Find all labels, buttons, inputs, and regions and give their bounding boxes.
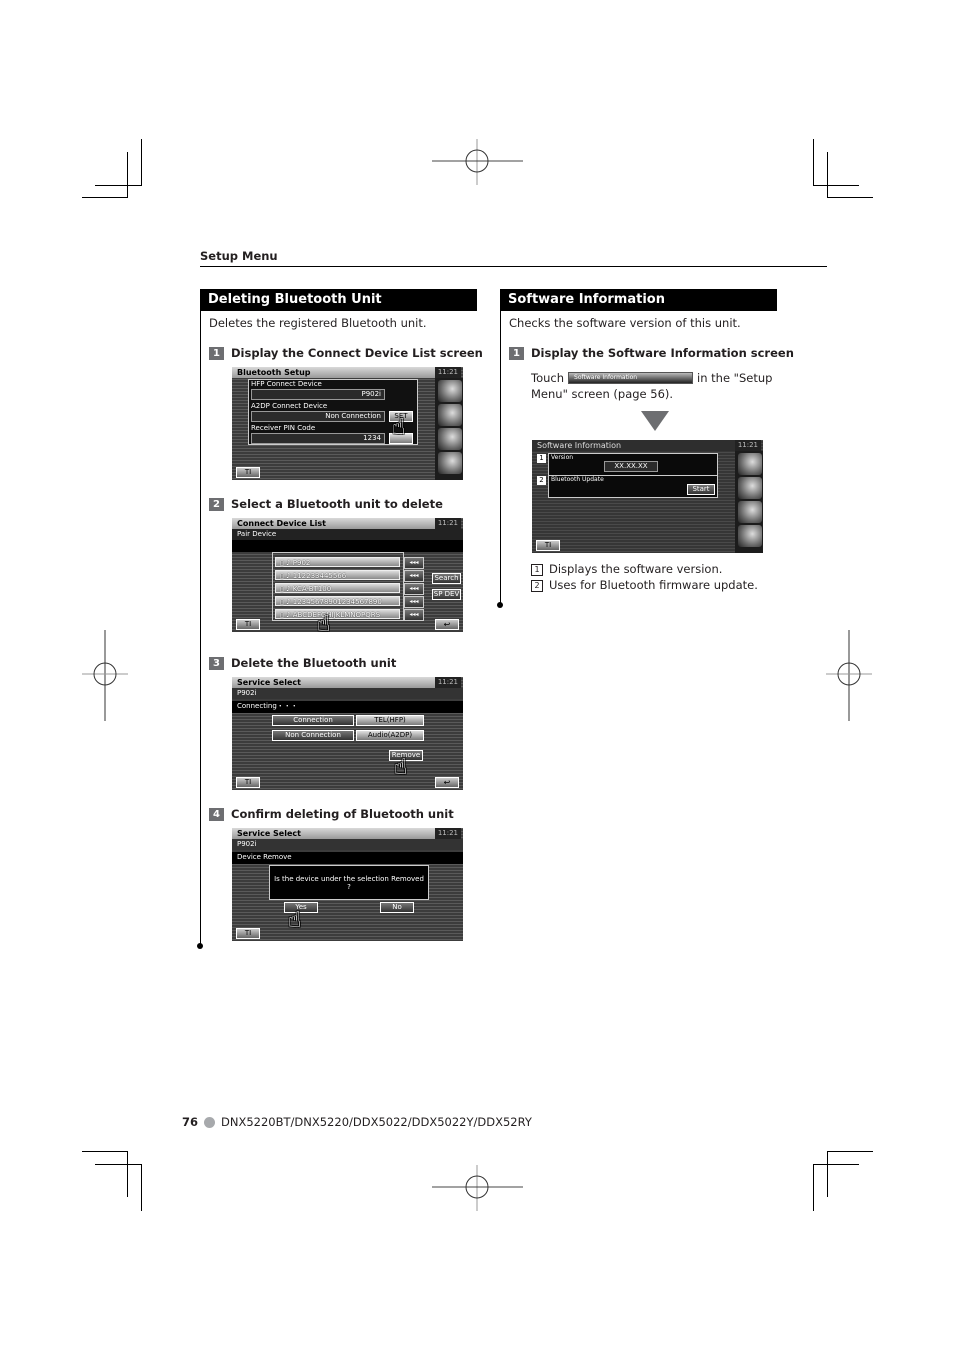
step-1: 1 Display the Connect Device List screen — [209, 346, 483, 360]
grid-icon[interactable] — [438, 380, 462, 402]
instruction-line-2: Menu" screen (page 56). — [531, 387, 674, 401]
footer: 76 DNX5220BT/DNX5220/DDX5022/DDX5022Y/DD… — [182, 1115, 532, 1129]
registration-mark-left — [82, 630, 128, 721]
right-description: Checks the software version of this unit… — [509, 316, 741, 330]
step-3: 3 Delete the Bluetooth unit — [209, 656, 396, 670]
delete-arrow-button[interactable]: ◂◂◂ — [404, 557, 424, 569]
callout-1: 1 — [537, 454, 546, 463]
pin-code-field: 1234 — [251, 433, 385, 444]
no-button[interactable]: No — [380, 902, 414, 913]
screen-bluetooth-setup: Bluetooth Setup 11:21 HFP Connect Device… — [232, 367, 463, 480]
step-2: 2 Select a Bluetooth unit to delete — [209, 497, 443, 511]
delete-arrow-button[interactable]: ◂◂◂ — [404, 570, 424, 582]
side-menu — [735, 451, 763, 553]
left-description: Deletes the registered Bluetooth unit. — [209, 316, 427, 330]
picture-icon[interactable] — [738, 477, 762, 499]
start-button[interactable]: Start — [687, 484, 715, 495]
a2dp-device-field: Non Connection — [251, 411, 385, 422]
screen-connect-device-list: Connect Device List 11:21 Pair Device ▯ … — [232, 518, 463, 632]
connection-state: Connection — [272, 715, 354, 726]
ti-button[interactable]: TI — [236, 777, 260, 788]
ti-button[interactable]: TI — [536, 540, 560, 551]
grid-icon[interactable] — [738, 453, 762, 475]
registration-mark-bottom — [432, 1165, 523, 1211]
pointing-hand-icon: ☝ — [288, 908, 302, 933]
model-list: DNX5220BT/DNX5220/DDX5022/DDX5022Y/DDX52… — [221, 1115, 532, 1129]
version-field: XX.XX.XX — [604, 461, 658, 472]
right-vertical-rule — [500, 311, 501, 605]
callout-2: 2 — [537, 476, 546, 485]
bullet-circle-icon — [204, 1116, 216, 1128]
pointing-hand-icon: ☝ — [394, 755, 408, 780]
tools-icon[interactable] — [438, 452, 462, 474]
down-arrow-icon — [641, 411, 669, 431]
header-rule — [200, 266, 827, 267]
note-1: 1 Displays the software version. — [531, 562, 722, 576]
search-button[interactable]: Search — [432, 573, 461, 584]
screen-device-remove-confirm: Service Select 11:21 P902i Device Remove… — [232, 828, 463, 941]
device-list-item[interactable]: ▯ ♪ 12345678901234567890 — [275, 596, 400, 606]
audio-a2dp-button[interactable]: Audio(A2DP) — [356, 730, 424, 741]
software-information-inline-button: Software Information — [568, 372, 694, 384]
screen-software-information: Software Information 11:21 1 Version XX.… — [532, 440, 763, 553]
left-vertical-rule — [200, 311, 201, 945]
delete-arrow-button[interactable]: ◂◂◂ — [404, 583, 424, 595]
side-menu — [435, 378, 463, 480]
screen-service-select: Service Select 11:21 P902i Connecting・・・… — [232, 677, 463, 790]
section-title-deleting: Deleting Bluetooth Unit — [200, 289, 477, 311]
device-list-item[interactable]: ▯ ♪ ABCDEFGHIJKLMNOPQRS — [275, 609, 400, 619]
registration-mark-top — [432, 139, 523, 185]
section-title-software: Software Information — [500, 289, 777, 311]
tools-icon[interactable] — [738, 525, 762, 547]
picture-icon[interactable] — [438, 404, 462, 426]
screen-title: Bluetooth Setup — [232, 367, 435, 378]
sp-dev-button[interactable]: SP DEV — [432, 589, 461, 600]
page-number: 76 — [182, 1115, 199, 1129]
connection-state: Non Connection — [272, 730, 354, 741]
speaker-icon[interactable] — [738, 501, 762, 523]
clock: 11:21 — [434, 367, 461, 378]
instruction-line-1: Touch Software Information in the "Setup — [531, 371, 773, 385]
tel-hfp-button[interactable]: TEL(HFP) — [356, 715, 424, 726]
return-icon[interactable]: ↩ — [435, 619, 459, 630]
note-2: 2 Uses for Bluetooth firmware update. — [531, 578, 758, 592]
delete-arrow-button[interactable]: ◂◂◂ — [404, 609, 424, 621]
sw-step-1: 1 Display the Software Information scree… — [509, 346, 794, 360]
section-label: Setup Menu — [200, 249, 278, 263]
ti-button[interactable]: TI — [236, 467, 260, 478]
confirm-dialog: Is the device under the selection Remove… — [269, 865, 429, 900]
step-4: 4 Confirm deleting of Bluetooth unit — [209, 807, 454, 821]
pointing-hand-icon: ☝ — [317, 612, 331, 633]
delete-arrow-button[interactable]: ◂◂◂ — [404, 596, 424, 608]
speaker-icon[interactable] — [438, 428, 462, 450]
return-icon[interactable]: ↩ — [435, 777, 459, 788]
ti-button[interactable]: TI — [236, 928, 260, 939]
device-list-item[interactable]: ▯ ♪ 112233445566 — [275, 570, 400, 580]
end-dot — [197, 943, 203, 949]
device-list-item[interactable]: ▯ ♪ KCA-BT100 — [275, 583, 400, 593]
registration-mark-right — [826, 630, 872, 721]
ti-button[interactable]: TI — [236, 619, 260, 630]
end-dot — [497, 602, 503, 608]
device-list-item[interactable]: ▯ ♪ P902 — [275, 557, 400, 567]
hfp-device-field: P902i — [251, 389, 385, 400]
pointing-hand-icon: ☝ — [392, 415, 406, 440]
